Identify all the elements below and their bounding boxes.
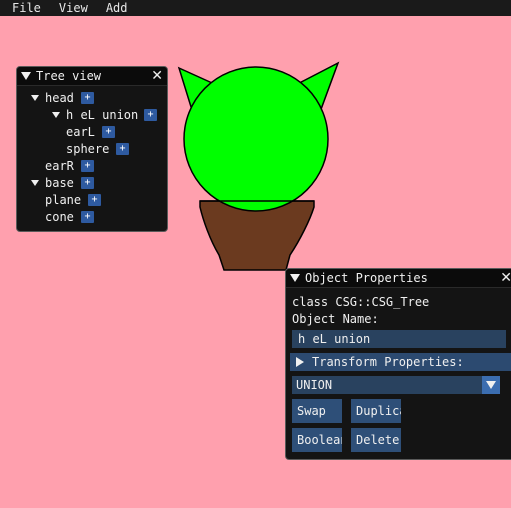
boolean-button[interactable]: Boolean (292, 428, 342, 452)
add-child-button[interactable]: + (88, 194, 101, 206)
object-properties-titlebar[interactable]: Object Properties ✕ (286, 269, 511, 288)
operation-select[interactable]: UNION (292, 376, 500, 394)
expand-arrow-icon[interactable] (31, 180, 39, 186)
object-name-label: Object Name: (292, 312, 379, 326)
close-icon[interactable]: ✕ (151, 67, 163, 85)
close-icon[interactable]: ✕ (500, 269, 511, 287)
tree-view-title: Tree view (36, 69, 102, 83)
add-child-button[interactable]: + (81, 177, 94, 189)
tree-node-label: cone (45, 209, 74, 224)
dropdown-button[interactable] (482, 376, 500, 394)
add-child-button[interactable]: + (81, 160, 94, 172)
add-child-button[interactable]: + (144, 109, 157, 121)
duplicate-button[interactable]: Duplicate (351, 399, 401, 423)
tree-node-label: h eL union (66, 107, 139, 122)
sphere-shape (183, 66, 329, 212)
tree-node-label: earR (45, 158, 74, 173)
transform-properties-header[interactable]: Transform Properties: (290, 353, 511, 371)
tree-node-label: plane (45, 192, 82, 207)
menu-bar: File View Add (0, 0, 511, 16)
tree-view-titlebar[interactable]: Tree view ✕ (17, 67, 167, 86)
operation-value: UNION (296, 378, 333, 392)
tree-node-label: sphere (66, 141, 110, 156)
collapse-icon[interactable] (290, 274, 300, 282)
tree-node-head[interactable]: head + (17, 89, 167, 106)
tree-node-cone[interactable]: cone + (17, 208, 167, 225)
tree-node-union[interactable]: h eL union + (17, 106, 167, 123)
object-properties-title: Object Properties (305, 271, 428, 285)
tree-node-label: base (45, 175, 74, 190)
tree-node-earL[interactable]: earL + (17, 123, 167, 140)
chevron-down-icon (486, 381, 496, 389)
add-child-button[interactable]: + (81, 92, 94, 104)
tree-node-earR[interactable]: earR + (17, 157, 167, 174)
collapse-icon[interactable] (21, 72, 31, 80)
tree-node-sphere[interactable]: sphere + (17, 140, 167, 157)
menu-view[interactable]: View (53, 0, 94, 16)
add-child-button[interactable]: + (81, 211, 94, 223)
class-name-text: class CSG::CSG_Tree (292, 295, 430, 309)
tree-list: head + h eL union + earL + sphere + earR… (17, 86, 167, 225)
transform-properties-label: Transform Properties: (312, 355, 464, 369)
menu-file[interactable]: File (6, 0, 47, 16)
add-child-button[interactable]: + (102, 126, 115, 138)
tree-node-label: head (45, 90, 74, 105)
expand-arrow-icon[interactable] (52, 112, 60, 118)
swap-button[interactable]: Swap (292, 399, 342, 423)
delete-button[interactable]: Delete (351, 428, 401, 452)
tree-node-label: earL (66, 124, 95, 139)
tree-view-window: Tree view ✕ head + h eL union + earL + s… (16, 66, 168, 232)
expand-arrow-icon[interactable] (296, 357, 304, 367)
expand-arrow-icon[interactable] (31, 95, 39, 101)
object-name-input[interactable]: h eL union (292, 330, 506, 348)
object-properties-window: Object Properties ✕ class CSG::CSG_Tree … (285, 268, 511, 460)
add-child-button[interactable]: + (116, 143, 129, 155)
tree-node-base[interactable]: base + (17, 174, 167, 191)
menu-add[interactable]: Add (100, 0, 134, 16)
tree-node-plane[interactable]: plane + (17, 191, 167, 208)
